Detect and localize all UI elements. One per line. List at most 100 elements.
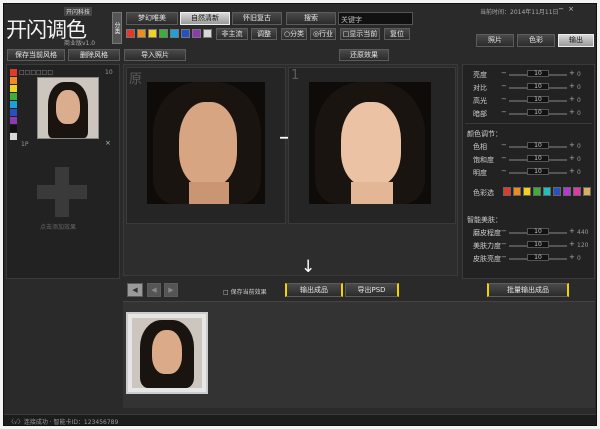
slider-minus-icon[interactable]: − — [501, 240, 507, 248]
tab-color[interactable]: 色彩 — [517, 34, 555, 47]
slider-plus-icon[interactable]: + — [569, 82, 575, 90]
color-swatch[interactable] — [159, 29, 168, 38]
slider-label: 饱和度 — [473, 156, 494, 164]
slider-plus-icon[interactable]: + — [569, 227, 575, 235]
next-page-button[interactable]: ▶ — [164, 283, 178, 297]
arrow-down-icon: ↓ — [301, 257, 316, 277]
slider-display: 120 — [577, 242, 589, 249]
tab-photo[interactable]: 照片 — [476, 34, 514, 47]
style-color-chip[interactable] — [10, 117, 17, 124]
prev-page-button[interactable]: ◀ — [147, 283, 161, 297]
slider-label: 亮度 — [473, 71, 487, 79]
slider-minus-icon[interactable]: − — [501, 82, 507, 90]
style-color-chip[interactable] — [10, 133, 17, 140]
slider-minus-icon[interactable]: − — [501, 253, 507, 261]
style-tag-adjust[interactable]: 调整 — [251, 28, 277, 40]
slider-value[interactable]: 10 — [527, 96, 549, 103]
slider-value[interactable]: 10 — [527, 109, 549, 116]
status-bar: 〈√〉连接成功 · 智能卡ID：123456789 — [4, 414, 596, 426]
color-swatch[interactable] — [126, 29, 135, 38]
tab-dreamy[interactable]: 梦幻唯美 — [126, 12, 178, 25]
batch-export-button[interactable]: 批量输出成品 — [487, 283, 569, 297]
chip-row-text: □□□□□□ — [19, 69, 54, 76]
slider-plus-icon[interactable]: + — [569, 167, 575, 175]
slider-plus-icon[interactable]: + — [569, 108, 575, 116]
style-color-chip[interactable] — [10, 77, 17, 84]
slider-plus-icon[interactable]: + — [569, 141, 575, 149]
style-thumbnail[interactable] — [37, 77, 99, 139]
style-color-chip[interactable] — [10, 125, 17, 132]
style-color-chip[interactable] — [10, 101, 17, 108]
edition-label: 商业版v1.0 — [64, 40, 96, 47]
color-swatch[interactable] — [192, 29, 201, 38]
remove-item-icon[interactable]: × — [105, 139, 111, 147]
slider-value[interactable]: 10 — [527, 168, 549, 175]
picker-color[interactable] — [583, 187, 591, 196]
save-style-button[interactable]: 保存当前风格 — [7, 49, 65, 61]
status-text: 〈√〉连接成功 · 智能卡ID：123456789 — [8, 419, 119, 426]
radio-industry[interactable]: ◎行业 — [310, 28, 336, 40]
slider-minus-icon[interactable]: − — [501, 167, 507, 175]
slider-minus-icon[interactable]: − — [501, 95, 507, 103]
slider-value[interactable]: 10 — [527, 70, 549, 77]
add-style-icon[interactable] — [37, 167, 87, 217]
search-button[interactable]: 搜索 — [286, 12, 336, 25]
slider-plus-icon[interactable]: + — [569, 154, 575, 162]
style-color-chip[interactable] — [10, 85, 17, 92]
only-current-checkbox[interactable]: □显示当前 — [340, 28, 380, 40]
slider-minus-icon[interactable]: − — [501, 154, 507, 162]
slider-plus-icon[interactable]: + — [569, 95, 575, 103]
color-swatch[interactable] — [181, 29, 190, 38]
picker-color[interactable] — [553, 187, 561, 196]
picker-color[interactable] — [503, 187, 511, 196]
slider-value[interactable]: 10 — [527, 228, 549, 235]
import-photo-button[interactable]: 导入照片 — [124, 49, 186, 61]
restore-effect-button[interactable]: 还原效果 — [339, 49, 389, 61]
slider-value[interactable]: 10 — [527, 142, 549, 149]
export-psd-button[interactable]: 导出PSD — [345, 283, 399, 297]
export-final-button[interactable]: 输出成品 — [285, 283, 343, 297]
prev-arrow-button[interactable]: ◀ — [127, 283, 143, 297]
picker-color[interactable] — [563, 187, 571, 196]
color-slider-row: 色相 − 10 +0 — [465, 141, 592, 152]
add-style-label: 点击添加效果 — [40, 224, 77, 231]
original-photo — [147, 82, 265, 204]
slider-minus-icon[interactable]: − — [501, 108, 507, 116]
color-swatch[interactable] — [203, 29, 212, 38]
picker-color[interactable] — [543, 187, 551, 196]
brightness-group: 亮度 − 10 +0 对比 − 10 +0 高光 − 10 +0 暗部 − 10 +0 — [465, 67, 592, 124]
style-color-chip[interactable] — [10, 109, 17, 116]
tab-natural[interactable]: 自然清新 — [180, 12, 230, 25]
picker-color[interactable] — [513, 187, 521, 196]
save-current-toggle[interactable]: □ 保存当前效果 — [223, 287, 267, 296]
style-color-chip[interactable] — [10, 69, 17, 76]
slider-value[interactable]: 10 — [527, 155, 549, 162]
picker-color[interactable] — [573, 187, 581, 196]
tab-output[interactable]: 输出 — [558, 34, 594, 47]
slider-minus-icon[interactable]: − — [501, 69, 507, 77]
slider-plus-icon[interactable]: + — [569, 69, 575, 77]
minimize-icon[interactable]: − — [556, 5, 566, 13]
slider-value[interactable]: 10 — [527, 241, 549, 248]
picker-color[interactable] — [533, 187, 541, 196]
tab-retro[interactable]: 怀旧复古 — [232, 12, 282, 25]
slider-plus-icon[interactable]: + — [569, 240, 575, 248]
style-tag-nonmainstream[interactable]: 非主流 — [216, 28, 248, 40]
slider-plus-icon[interactable]: + — [569, 253, 575, 261]
close-icon[interactable]: × — [566, 5, 576, 13]
filmstrip-thumbnail[interactable] — [126, 312, 208, 394]
color-swatch[interactable] — [137, 29, 146, 38]
delete-style-button[interactable]: 删除风格 — [68, 49, 120, 61]
slider-minus-icon[interactable]: − — [501, 227, 507, 235]
reset-button[interactable]: 复位 — [384, 28, 410, 40]
picker-color[interactable] — [523, 187, 531, 196]
radio-category[interactable]: ○分类 — [281, 28, 307, 40]
tone-slider-row: 暗部 − 10 +0 — [465, 108, 592, 119]
slider-minus-icon[interactable]: − — [501, 141, 507, 149]
color-swatch[interactable] — [148, 29, 157, 38]
keyword-field[interactable]: 关键字 — [338, 12, 413, 25]
color-swatch[interactable] — [170, 29, 179, 38]
slider-value[interactable]: 10 — [527, 254, 549, 261]
style-color-chip[interactable] — [10, 93, 17, 100]
slider-value[interactable]: 10 — [527, 83, 549, 90]
